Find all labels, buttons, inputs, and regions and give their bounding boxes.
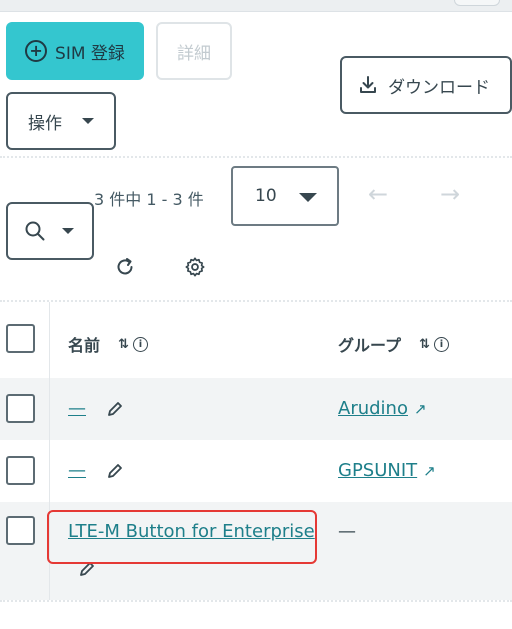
divider (0, 156, 512, 158)
sort-icon[interactable]: ⇅ (419, 337, 430, 352)
sim-register-button[interactable]: + SIM 登録 (6, 22, 144, 80)
pagination-range: 3 件中 1 - 3 件 (94, 190, 204, 209)
column-header-name[interactable]: 名前 ⇅ i (68, 332, 148, 356)
search-icon (25, 221, 45, 241)
plus-circle-icon: + (25, 40, 48, 62)
row-checkbox[interactable] (6, 516, 35, 545)
checkbox-column (0, 378, 50, 440)
sort-icon[interactable]: ⇅ (118, 337, 129, 352)
group-link[interactable]: GPSUNIT ↗ (338, 460, 436, 481)
table-header: 名前 ⇅ i グループ ⇅ i (0, 302, 512, 378)
divider (0, 600, 512, 602)
sim-name-link[interactable]: — (68, 398, 86, 419)
info-icon[interactable]: i (433, 336, 449, 352)
group-empty: — (338, 521, 356, 542)
column-header-group[interactable]: グループ ⇅ i (338, 332, 449, 356)
top-bar (0, 0, 512, 12)
gear-icon (185, 257, 205, 277)
pencil-icon[interactable] (106, 400, 124, 418)
settings-button[interactable] (180, 252, 210, 282)
row-checkbox[interactable] (6, 456, 35, 485)
caret-down-icon (62, 228, 74, 234)
table-row[interactable]: — Arudino ↗ (0, 378, 512, 440)
search-dropdown[interactable] (6, 202, 94, 260)
top-bar-control[interactable] (454, 0, 500, 6)
highlight-box (47, 510, 317, 564)
group-link-label: Arudino (338, 398, 408, 419)
operations-label: 操作 (28, 113, 62, 134)
group-link[interactable]: Arudino ↗ (338, 398, 427, 419)
external-link-icon: ↗ (413, 400, 427, 418)
per-page-value: 10 (255, 186, 277, 206)
row-checkbox[interactable] (6, 394, 35, 423)
per-page-select[interactable]: 10 (231, 166, 339, 226)
checkbox-column (0, 440, 50, 502)
details-button[interactable]: 詳細 (156, 22, 232, 80)
checkbox-column (0, 302, 50, 378)
external-link-icon: ↗ (423, 462, 436, 480)
caret-down-icon (82, 118, 94, 124)
table-row[interactable]: — GPSUNIT ↗ (0, 440, 512, 502)
column-header-label: グループ (338, 336, 402, 355)
sim-register-label: SIM 登録 (55, 43, 125, 64)
next-page-button[interactable]: → (440, 180, 460, 208)
pencil-icon[interactable] (106, 462, 124, 480)
details-label: 詳細 (177, 43, 211, 64)
checkbox-column (0, 502, 50, 600)
prev-page-button[interactable]: ← (368, 180, 388, 208)
refresh-button[interactable] (110, 252, 140, 282)
refresh-icon (117, 258, 133, 275)
sim-name-link[interactable]: — (68, 460, 86, 481)
info-icon[interactable]: i (132, 336, 148, 352)
column-header-label: 名前 (68, 336, 101, 355)
operations-dropdown[interactable]: 操作 (6, 92, 116, 150)
group-link-label: GPSUNIT (338, 460, 418, 481)
download-icon (360, 76, 376, 93)
download-label: ダウンロード (388, 77, 490, 98)
caret-down-icon (299, 193, 317, 202)
download-button[interactable]: ダウンロード (340, 56, 512, 114)
select-all-checkbox[interactable] (6, 324, 35, 353)
